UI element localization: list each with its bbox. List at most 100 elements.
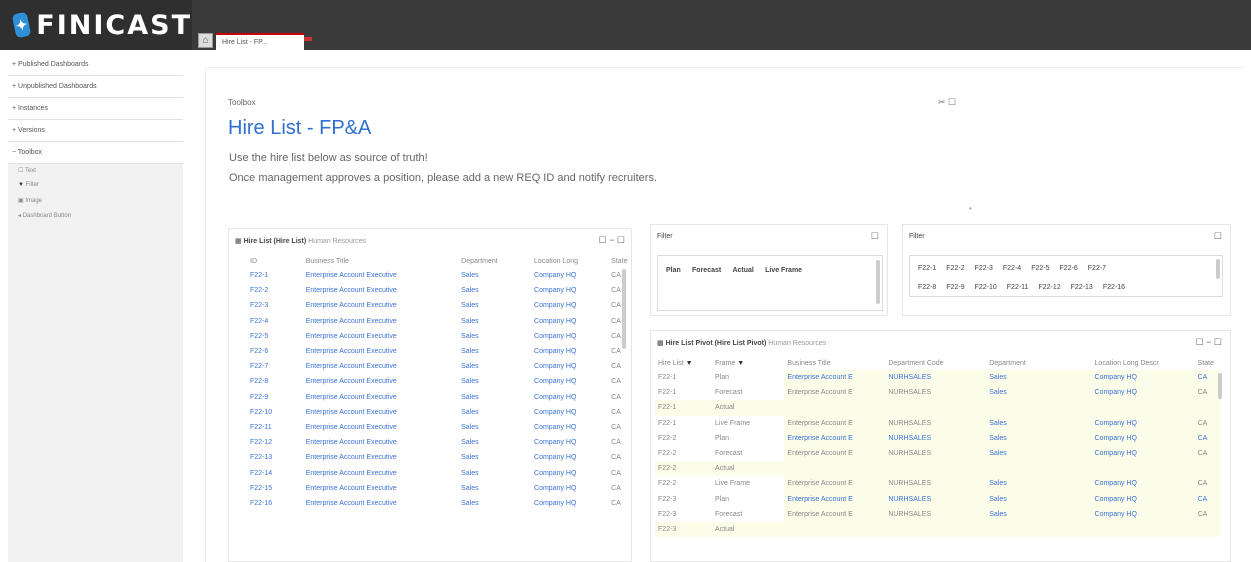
table-cell[interactable]: Company HQ <box>531 344 608 359</box>
filter-option[interactable]: F22-11 <box>1007 284 1029 291</box>
table-cell[interactable]: F22-12 <box>247 435 303 450</box>
table-cell[interactable]: F22-3 <box>247 298 303 313</box>
filter-option[interactable]: F22-8 <box>918 284 936 291</box>
table-cell[interactable]: CA <box>608 344 631 359</box>
sidebar-item-toolbox[interactable]: − Toolbox <box>8 142 183 164</box>
table-cell[interactable]: Enterprise Account E <box>784 445 886 462</box>
table-cell[interactable]: Company HQ <box>531 329 608 344</box>
tab-close-icon[interactable] <box>304 37 312 41</box>
table-cell[interactable]: Company HQ <box>1091 430 1195 446</box>
table-cell[interactable]: Company HQ <box>1091 445 1195 462</box>
table-cell[interactable]: Sales <box>458 344 531 359</box>
toolbox-item-filter[interactable]: ▼ Filter <box>8 179 183 194</box>
column-header-location[interactable]: Location Long Descr <box>1092 357 1195 370</box>
vertical-scrollbar[interactable] <box>876 260 880 304</box>
table-cell[interactable]: Plan <box>712 431 784 446</box>
table-cell[interactable]: Company HQ <box>531 359 608 374</box>
table-cell[interactable]: Enterprise Account Executive <box>303 344 458 359</box>
table-cell[interactable]: CA <box>608 435 631 450</box>
table-cell[interactable]: NURHSALES <box>885 506 987 522</box>
table-cell[interactable]: Sales <box>458 329 531 344</box>
panel-window-icons[interactable]: ☐ − ☐ <box>599 235 625 246</box>
table-cell[interactable]: Sales <box>986 415 1092 431</box>
table-cell[interactable]: F22-1 <box>247 268 303 283</box>
table-cell[interactable]: F22-2 <box>247 283 303 298</box>
table-cell[interactable]: Enterprise Account E <box>784 476 886 492</box>
table-cell[interactable]: CA <box>608 420 631 435</box>
table-cell[interactable]: Company HQ <box>1091 385 1195 401</box>
table-cell[interactable]: Enterprise Account Executive <box>303 359 458 374</box>
table-cell[interactable] <box>1194 521 1221 538</box>
table-cell[interactable]: Plan <box>712 492 784 507</box>
table-row[interactable]: F22-2 Live Frame Enterprise Account E NURHS… <box>655 476 1221 492</box>
table-row[interactable]: F22-1 Forecast Enterprise Account E NURHSAL… <box>655 385 1221 401</box>
table-row[interactable]: F22-1 Enterprise Account Executive Sales Co… <box>247 268 631 283</box>
table-cell[interactable]: Enterprise Account Executive <box>303 390 458 405</box>
table-cell[interactable]: F22-3 <box>655 492 712 507</box>
column-header-state[interactable]: State <box>1195 357 1221 370</box>
filter-option[interactable]: F22-1 <box>918 265 936 272</box>
table-cell[interactable]: Sales <box>458 268 531 283</box>
resize-handle[interactable]: • <box>969 204 972 213</box>
table-row[interactable]: F22-10 Enterprise Account Executive Sales C… <box>247 405 631 420</box>
table-cell[interactable]: F22-2 <box>655 446 712 461</box>
table-row[interactable]: F22-2 Enterprise Account Executive Sales Co… <box>247 283 631 298</box>
table-cell[interactable]: CA <box>608 283 631 298</box>
filter-option[interactable]: F22-5 <box>1031 265 1049 272</box>
tab-hire-list[interactable]: Hire List - FP... <box>216 33 304 50</box>
table-cell[interactable]: Sales <box>458 298 531 313</box>
table-cell[interactable]: F22-8 <box>247 374 303 389</box>
sidebar-item-instances[interactable]: + Instances <box>8 98 183 120</box>
table-cell[interactable]: Sales <box>458 465 531 480</box>
table-cell[interactable]: Sales <box>986 476 1092 492</box>
table-cell[interactable]: CA <box>608 359 631 374</box>
table-cell[interactable]: Enterprise Account Executive <box>303 298 458 313</box>
table-cell[interactable]: F22-1 <box>655 416 712 431</box>
table-cell[interactable]: F22-3 <box>655 521 713 538</box>
filter-option[interactable]: F22-6 <box>1059 265 1077 272</box>
table-cell[interactable]: CA <box>608 374 631 389</box>
table-cell[interactable]: F22-2 <box>655 431 712 446</box>
table-cell[interactable]: Company HQ <box>531 420 608 435</box>
table-row[interactable]: F22-3 Forecast Enterprise Account E NURHSAL… <box>655 506 1221 522</box>
column-header-hire-list[interactable]: Hire List ▼ <box>655 357 712 370</box>
table-cell[interactable]: Live Frame <box>712 416 784 431</box>
table-cell[interactable]: Enterprise Account E <box>784 506 886 522</box>
table-cell[interactable]: Company HQ <box>531 268 608 283</box>
table-cell[interactable]: CA <box>1194 476 1221 492</box>
table-cell[interactable]: Company HQ <box>1091 476 1195 492</box>
table-cell[interactable]: Sales <box>986 385 1092 401</box>
table-cell[interactable]: F22-15 <box>247 481 303 496</box>
table-cell[interactable]: Sales <box>458 481 531 496</box>
table-cell[interactable]: CA <box>608 314 631 329</box>
table-cell[interactable]: NURHSALES <box>885 385 987 401</box>
table-cell[interactable]: CA <box>1194 506 1221 522</box>
table-row[interactable]: F22-14 Enterprise Account Executive Sales C… <box>247 465 631 480</box>
column-header-location[interactable]: Location Long <box>531 255 608 268</box>
table-cell[interactable] <box>885 521 987 538</box>
table-cell[interactable]: Sales <box>458 450 531 465</box>
table-cell[interactable] <box>885 400 987 416</box>
table-cell[interactable]: Sales <box>458 496 531 511</box>
table-cell[interactable]: F22-13 <box>247 450 303 465</box>
table-cell[interactable]: CA <box>608 405 631 420</box>
table-row[interactable]: F22-16 Enterprise Account Executive Sales C… <box>247 496 631 511</box>
table-cell[interactable]: Forecast <box>712 385 784 400</box>
filter-option[interactable]: F22-13 <box>1071 284 1093 291</box>
table-cell[interactable] <box>1091 521 1195 538</box>
table-cell[interactable]: Enterprise Account E <box>784 491 886 507</box>
table-cell[interactable]: Sales <box>458 359 531 374</box>
filter-option[interactable]: F22-10 <box>975 284 997 291</box>
table-cell[interactable]: Enterprise Account Executive <box>303 329 458 344</box>
table-row[interactable]: F22-6 Enterprise Account Executive Sales Co… <box>247 344 631 359</box>
table-cell[interactable]: Enterprise Account Executive <box>303 405 458 420</box>
table-cell[interactable]: F22-11 <box>247 420 303 435</box>
table-cell[interactable]: CA <box>608 496 631 511</box>
table-cell[interactable]: Company HQ <box>1091 506 1195 522</box>
table-cell[interactable]: Company HQ <box>531 496 608 511</box>
table-cell[interactable] <box>885 461 987 477</box>
filter-option-live-frame[interactable]: Live Frame <box>765 267 802 274</box>
table-cell[interactable]: CA <box>608 465 631 480</box>
table-cell[interactable]: Company HQ <box>531 481 608 496</box>
column-header-state[interactable]: State <box>608 255 631 268</box>
